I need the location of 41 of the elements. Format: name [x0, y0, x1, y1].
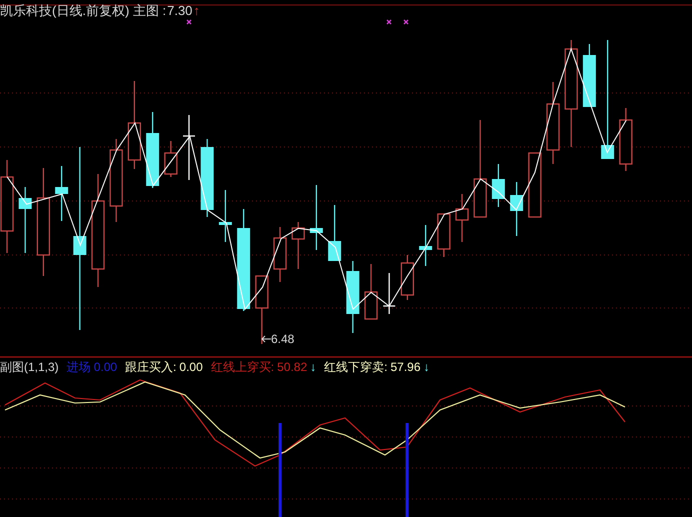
cross-marker-icon [186, 19, 192, 25]
indicator-label: 红线上穿买: [210, 361, 274, 373]
candlestick [55, 166, 68, 221]
candlestick [183, 115, 195, 180]
candlestick [346, 261, 360, 333]
candlestick [419, 225, 432, 266]
candlestick [18, 187, 32, 253]
candlestick [455, 194, 469, 242]
arrow-icon: ↓ [310, 361, 316, 373]
left-arrow-icon [261, 335, 271, 343]
indicator-title: 副图(1,1,3) [0, 361, 59, 373]
candlestick [364, 264, 378, 320]
candlestick [292, 222, 305, 269]
cross-marker-icon [403, 19, 409, 25]
candlestick [164, 141, 178, 177]
candlestick [383, 273, 396, 314]
arrow-icon: ↑ [193, 4, 200, 17]
candlestick [528, 152, 542, 218]
indicator-value: 0.00 [94, 361, 118, 373]
low-price-label: 6.48 [271, 333, 294, 345]
indicator-value: 57.96 [390, 361, 420, 373]
candlestick [437, 213, 450, 257]
indicator-value: 50.82 [277, 361, 308, 373]
chart-title: 凯乐科技(日线.前复权) 主图 : [0, 4, 166, 17]
indicator-value: 0.00 [179, 361, 203, 373]
candlestick [273, 227, 287, 282]
candlestick [310, 185, 323, 250]
indicator-label: 红线下穿卖: [324, 361, 388, 373]
candlestick [255, 275, 268, 344]
candlestick [218, 190, 232, 242]
indicator-label: 跟庄买入: [125, 361, 176, 373]
candlestick [328, 205, 342, 261]
arrow-icon: ↓ [424, 361, 430, 373]
candlestick [400, 255, 414, 300]
price-value: 7.30 [167, 4, 192, 17]
candlestick [492, 164, 505, 207]
candlestick [510, 182, 524, 236]
cross-marker-icon [386, 19, 392, 25]
candlestick [619, 108, 632, 171]
candlestick [582, 44, 596, 107]
indicator-label: 进场 [66, 361, 91, 373]
